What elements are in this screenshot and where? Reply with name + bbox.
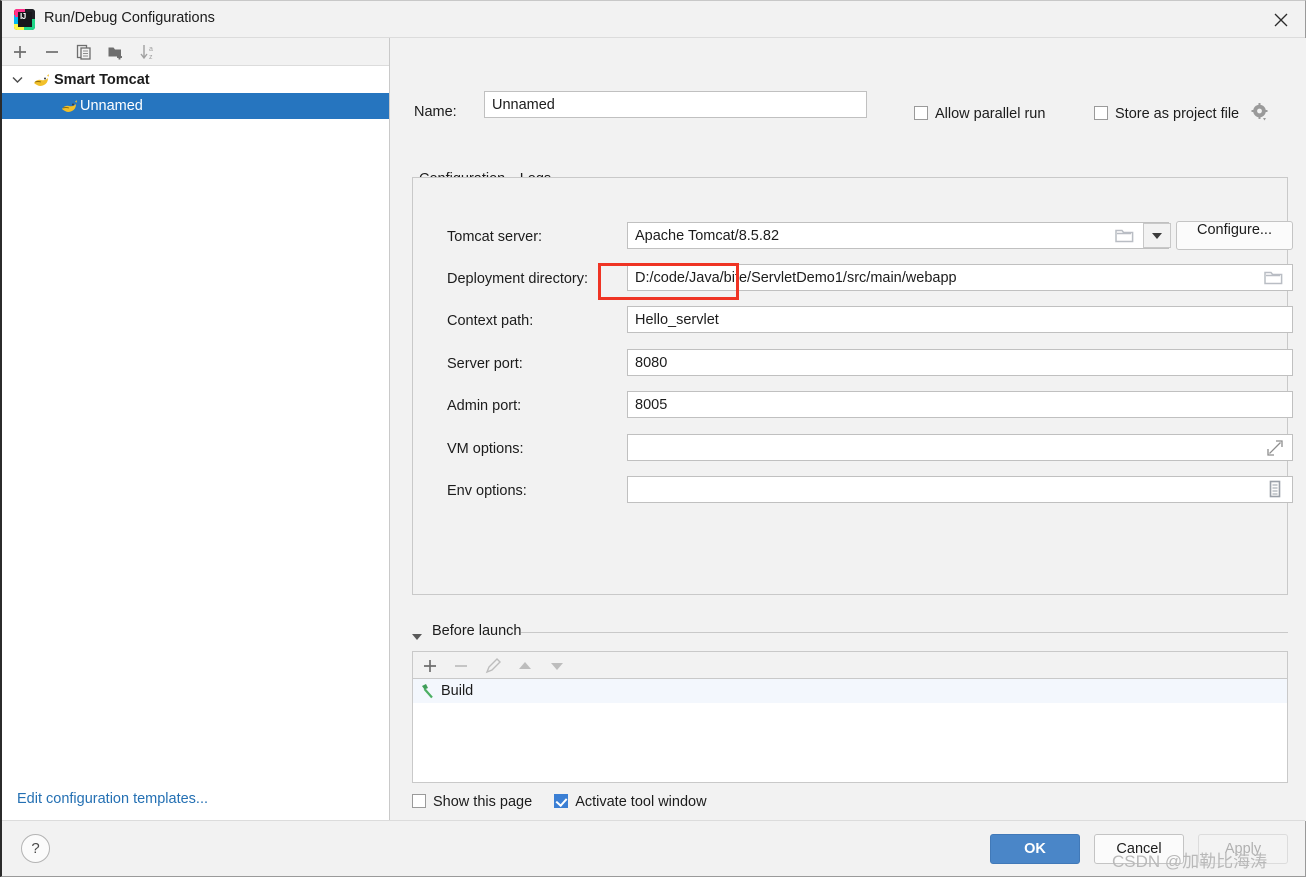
- chevron-down-icon[interactable]: [10, 67, 26, 93]
- configure-button[interactable]: Configure...: [1176, 221, 1293, 250]
- admin-port-input[interactable]: [627, 391, 1293, 418]
- tomcat-server-dropdown-button[interactable]: [1143, 223, 1171, 248]
- dialog-footer: ? OK Cancel Apply: [2, 820, 1305, 876]
- help-button[interactable]: ?: [21, 834, 50, 863]
- show-this-page-checkbox[interactable]: Show this page: [412, 794, 536, 810]
- edit-task-button[interactable]: [483, 656, 503, 676]
- tree-group-label: Smart Tomcat: [54, 67, 150, 93]
- deployment-directory-input[interactable]: [627, 264, 1293, 291]
- before-launch-divider: [521, 632, 1288, 633]
- show-this-page-label: Show this page: [433, 794, 532, 810]
- allow-parallel-run-label: Allow parallel run: [935, 106, 1045, 122]
- checkbox-box: [412, 794, 426, 808]
- tomcat-icon: [60, 98, 78, 114]
- tree-group-smart-tomcat[interactable]: Smart Tomcat: [2, 67, 389, 93]
- list-item[interactable]: Build: [413, 679, 1287, 703]
- edit-configuration-templates-link[interactable]: Edit configuration templates...: [17, 791, 208, 807]
- activate-tool-window-checkbox[interactable]: Activate tool window: [554, 794, 706, 810]
- context-path-input[interactable]: [627, 306, 1293, 333]
- context-path-label: Context path:: [447, 313, 533, 329]
- save-configuration-button[interactable]: [106, 42, 126, 62]
- server-port-label: Server port:: [447, 356, 523, 372]
- hammer-icon: [419, 683, 435, 707]
- list-item-label: Build: [441, 679, 473, 703]
- configurations-toolbar: a z: [2, 38, 389, 66]
- configurations-list-panel: a z: [2, 38, 390, 821]
- dialog-title: Run/Debug Configurations: [44, 10, 215, 26]
- env-options-input[interactable]: [627, 476, 1293, 503]
- tomcat-server-label: Tomcat server:: [447, 229, 542, 245]
- tree-item-label: Unnamed: [80, 93, 143, 119]
- bottom-options: Show this page Activate tool window: [412, 793, 707, 811]
- add-task-button[interactable]: [420, 656, 440, 676]
- tomcat-icon: [32, 72, 50, 88]
- remove-configuration-button[interactable]: [42, 42, 62, 62]
- before-launch-toolbar: [412, 651, 1288, 678]
- configuration-fields-group: Tomcat server: Configure... Deployment d…: [412, 177, 1288, 595]
- configuration-editor-panel: Name: Allow parallel run Store as projec…: [391, 38, 1306, 821]
- move-task-up-button[interactable]: [515, 656, 535, 676]
- env-options-label: Env options:: [447, 483, 527, 499]
- svg-text:a: a: [149, 46, 153, 53]
- name-label: Name:: [414, 104, 457, 120]
- checkbox-box: [1094, 106, 1108, 120]
- configurations-tree: Smart Tomcat Unnamed: [2, 67, 389, 119]
- store-as-project-file-label: Store as project file: [1115, 106, 1239, 122]
- document-list-icon[interactable]: [1263, 477, 1289, 502]
- deployment-directory-browse-folder-icon[interactable]: [1261, 266, 1287, 291]
- ok-button[interactable]: OK: [990, 834, 1080, 864]
- close-icon[interactable]: [1258, 1, 1305, 37]
- apply-button[interactable]: Apply: [1198, 834, 1288, 864]
- vm-options-input[interactable]: [627, 434, 1293, 461]
- svg-text:z: z: [149, 54, 153, 61]
- name-input[interactable]: [484, 91, 867, 118]
- run-debug-configurations-dialog: IJ Run/Debug Configurations: [0, 0, 1306, 877]
- checkbox-box: [914, 106, 928, 120]
- admin-port-label: Admin port:: [447, 398, 521, 414]
- remove-task-button[interactable]: [451, 656, 471, 676]
- copy-configuration-button[interactable]: [74, 42, 94, 62]
- before-launch-title: Before launch: [432, 623, 521, 639]
- gear-dropdown-icon[interactable]: [1250, 102, 1270, 122]
- server-port-input[interactable]: [627, 349, 1293, 376]
- tomcat-server-browse-folder-icon[interactable]: [1111, 223, 1141, 248]
- move-task-down-button[interactable]: [547, 656, 567, 676]
- cancel-button[interactable]: Cancel: [1094, 834, 1184, 864]
- store-as-project-file-checkbox[interactable]: Store as project file: [1094, 106, 1239, 122]
- expand-icon[interactable]: [1263, 436, 1289, 461]
- before-launch-task-list: Build: [412, 678, 1288, 783]
- tomcat-server-input[interactable]: [627, 222, 1169, 249]
- activate-tool-window-label: Activate tool window: [575, 794, 706, 810]
- tree-item-unnamed[interactable]: Unnamed: [2, 93, 389, 119]
- triangle-down-icon[interactable]: [412, 628, 422, 646]
- sort-configurations-button[interactable]: a z: [138, 42, 158, 62]
- vm-options-label: VM options:: [447, 441, 524, 457]
- intellij-idea-icon: IJ: [14, 9, 35, 30]
- add-configuration-button[interactable]: [10, 42, 30, 62]
- title-bar: IJ Run/Debug Configurations: [2, 1, 1305, 38]
- deployment-directory-label: Deployment directory:: [447, 271, 588, 287]
- allow-parallel-run-checkbox[interactable]: Allow parallel run: [914, 106, 1045, 122]
- checkbox-box: [554, 794, 568, 808]
